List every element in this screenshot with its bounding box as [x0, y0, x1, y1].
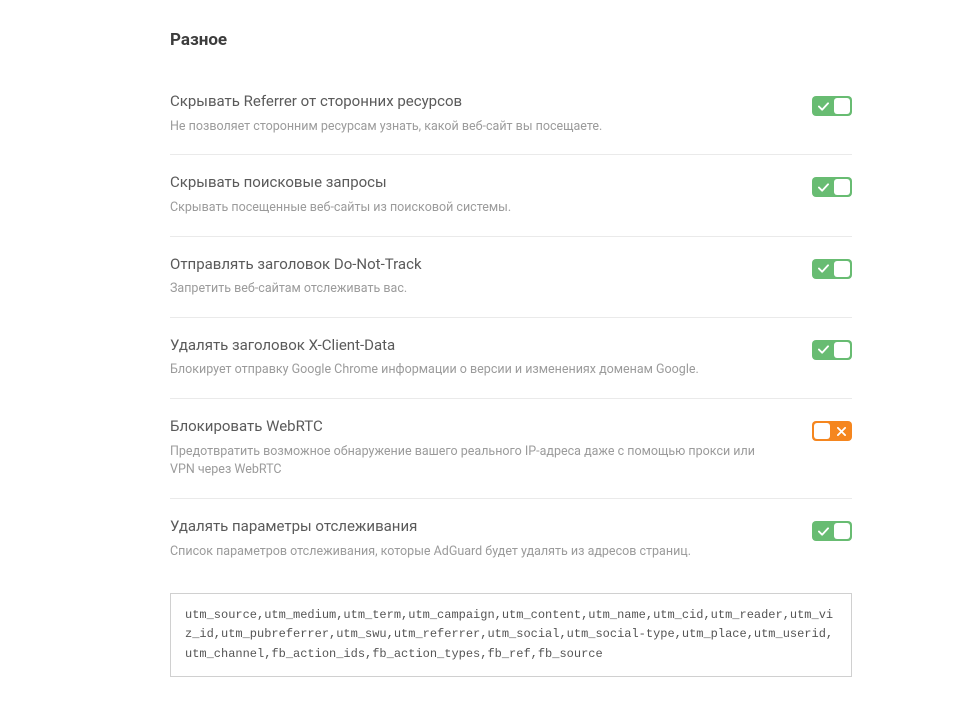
setting-text: Удалять параметры отслеживания Список па…: [170, 517, 812, 561]
toggle-x-client-data[interactable]: [812, 340, 852, 360]
setting-desc: Не позволяет сторонним ресурсам узнать, …: [170, 118, 772, 137]
toggle-hide-search[interactable]: [812, 177, 852, 197]
setting-x-client-data: Удалять заголовок X-Client-Data Блокируе…: [170, 318, 852, 399]
toggle-hide-referrer[interactable]: [812, 96, 852, 116]
setting-label: Отправлять заголовок Do-Not-Track: [170, 255, 772, 275]
setting-desc: Предотвратить возможное обнаружение ваше…: [170, 443, 772, 481]
setting-block-webrtc: Блокировать WebRTC Предотвратить возможн…: [170, 399, 852, 499]
setting-label: Скрывать Referrer от сторонних ресурсов: [170, 92, 772, 112]
setting-tracking-params: Удалять параметры отслеживания Список па…: [170, 499, 852, 579]
check-icon: [814, 341, 832, 359]
toggle-knob: [834, 179, 850, 195]
setting-text: Скрывать Referrer от сторонних ресурсов …: [170, 92, 812, 136]
setting-desc: Запретить веб-сайтам отслеживать вас.: [170, 280, 772, 299]
toggle-knob: [834, 98, 850, 114]
toggle-tracking-params[interactable]: [812, 521, 852, 541]
check-icon: [814, 97, 832, 115]
setting-hide-referrer: Скрывать Referrer от сторонних ресурсов …: [170, 74, 852, 155]
toggle-do-not-track[interactable]: [812, 259, 852, 279]
setting-text: Блокировать WebRTC Предотвратить возможн…: [170, 417, 812, 480]
toggle-knob: [814, 423, 830, 439]
setting-text: Отправлять заголовок Do-Not-Track Запрет…: [170, 255, 812, 299]
toggle-knob: [834, 342, 850, 358]
tracking-params-textarea[interactable]: utm_source,utm_medium,utm_term,utm_campa…: [170, 593, 852, 677]
setting-text: Скрывать поисковые запросы Скрывать посе…: [170, 173, 812, 217]
setting-desc: Блокирует отправку Google Chrome информа…: [170, 361, 772, 380]
toggle-knob: [834, 523, 850, 539]
settings-container: Разное Скрывать Referrer от сторонних ре…: [0, 30, 957, 677]
toggle-block-webrtc[interactable]: [812, 421, 852, 441]
toggle-knob: [834, 261, 850, 277]
check-icon: [814, 178, 832, 196]
section-title: Разное: [170, 30, 852, 50]
x-icon: [832, 422, 850, 440]
check-icon: [814, 522, 832, 540]
setting-label: Удалять параметры отслеживания: [170, 517, 772, 537]
setting-label: Удалять заголовок X-Client-Data: [170, 336, 772, 356]
setting-do-not-track: Отправлять заголовок Do-Not-Track Запрет…: [170, 237, 852, 318]
setting-text: Удалять заголовок X-Client-Data Блокируе…: [170, 336, 812, 380]
setting-label: Скрывать поисковые запросы: [170, 173, 772, 193]
check-icon: [814, 260, 832, 278]
setting-desc: Скрывать посещенные веб-сайты из поисков…: [170, 199, 772, 218]
setting-hide-search: Скрывать поисковые запросы Скрывать посе…: [170, 155, 852, 236]
setting-desc: Список параметров отслеживания, которые …: [170, 543, 772, 562]
setting-label: Блокировать WebRTC: [170, 417, 772, 437]
